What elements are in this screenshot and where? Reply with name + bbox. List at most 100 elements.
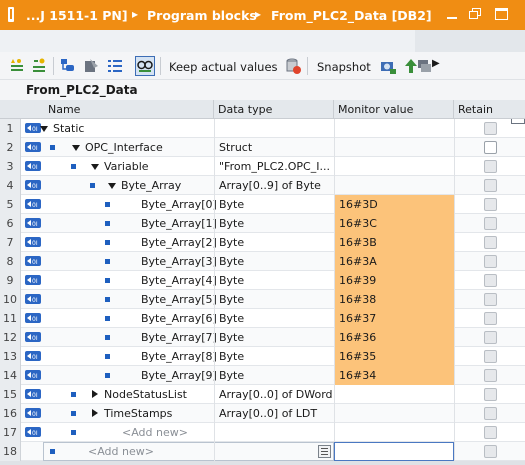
add-new-placeholder[interactable]: <Add new> [122,426,188,439]
header-monitor-value[interactable]: Monitor value [334,100,454,119]
monitor-value-cell[interactable]: 16#39 [334,271,454,290]
table-row[interactable]: 1 0I Static [0,119,525,138]
retain-checkbox[interactable] [484,293,497,306]
data-type-cell[interactable]: Byte [214,328,334,347]
snapshot-button[interactable]: Snapshot [317,60,371,74]
retain-checkbox[interactable] [484,388,497,401]
table-row[interactable]: 8 0I Byte_Array[3] Byte 16#3A [0,252,525,271]
monitor-value-cell[interactable]: 16#38 [334,290,454,309]
table-row[interactable]: 16 0I TimeStamps Array[0..0] of LDT [0,404,525,423]
monitor-value-cell[interactable]: 16#36 [334,328,454,347]
table-row[interactable]: 14 0I Byte_Array[9] Byte 16#34 [0,366,525,385]
header-name[interactable]: Name [44,100,214,119]
expand-arrow-icon[interactable] [108,183,116,189]
table-row[interactable]: 5 0I Byte_Array[0] Byte 16#3D [0,195,525,214]
header-data-type[interactable]: Data type [214,100,334,119]
data-type-cell[interactable]: Byte [214,290,334,309]
minimize-icon[interactable] [443,5,461,23]
retain-checkbox[interactable] [484,369,497,382]
monitor-value-cell[interactable]: 16#35 [334,347,454,366]
breadcrumb-device[interactable]: ...J 1511-1 PN] [26,8,128,23]
retain-checkbox[interactable] [484,160,497,173]
retain-checkbox[interactable] [484,141,497,154]
monitor-value-cell[interactable]: 16#3C [334,214,454,233]
data-type-cell[interactable]: Byte [214,347,334,366]
table-row[interactable]: 12 0I Byte_Array[7] Byte 16#36 [0,328,525,347]
copy-snapshot-icon[interactable] [415,57,433,75]
data-type-cell[interactable]: Byte [214,309,334,328]
collapse-all-icon[interactable] [82,57,100,75]
retain-checkbox[interactable] [484,217,497,230]
data-type-cell[interactable] [214,119,334,138]
monitor-all-icon[interactable] [135,56,155,76]
header-retain[interactable]: Retain [454,100,525,119]
table-row[interactable]: 10 0I Byte_Array[5] Byte 16#38 [0,290,525,309]
expand-arrow-icon[interactable] [72,145,80,151]
expand-arrow-icon[interactable] [40,126,48,132]
table-row[interactable]: 17 0I <Add new> [0,423,525,442]
add-new-placeholder[interactable]: <Add new> [88,445,154,458]
data-type-cell[interactable]: "From_PLC2.OPC_I... [214,157,334,176]
insert-row-icon[interactable] [8,57,26,75]
monitor-value-cell[interactable]: 16#3A [334,252,454,271]
restore-icon[interactable] [467,5,485,23]
monitor-value-cell[interactable]: 16#3B [334,233,454,252]
toolbar-overflow-icon[interactable]: ▶ [432,58,440,69]
monitor-value-cell[interactable] [334,176,454,195]
monitor-value-cell[interactable]: 16#37 [334,309,454,328]
data-type-cell[interactable]: Array[0..9] of Byte [214,176,334,195]
table-row[interactable]: 15 0I NodeStatusList Array[0..0] of DWord [0,385,525,404]
monitor-value-cell[interactable] [334,442,454,461]
retain-checkbox[interactable] [484,350,497,363]
retain-checkbox[interactable] [484,198,497,211]
table-row[interactable]: 3 0I Variable "From_PLC2.OPC_I... [0,157,525,176]
pin-icon[interactable] [8,7,14,22]
retain-checkbox[interactable] [484,274,497,287]
maximize-icon[interactable] [493,5,511,23]
collapse-arrow-icon[interactable] [92,409,98,417]
retain-checkbox[interactable] [484,331,497,344]
data-type-cell[interactable]: Struct [214,138,334,157]
data-type-cell[interactable]: Byte [214,233,334,252]
data-type-cell[interactable]: Array[0..0] of DWord [214,385,334,404]
table-row[interactable]: 7 0I Byte_Array[2] Byte 16#3B [0,233,525,252]
monitor-value-cell[interactable]: 16#3D [334,195,454,214]
retain-checkbox[interactable] [484,407,497,420]
data-type-cell[interactable]: Byte [214,366,334,385]
collapse-arrow-icon[interactable] [92,390,98,398]
monitor-value-cell[interactable] [334,138,454,157]
table-row[interactable]: 18 <Add new> [0,442,525,461]
table-row[interactable]: 6 0I Byte_Array[1] Byte 16#3C [0,214,525,233]
breadcrumb-block[interactable]: From_PLC2_Data [DB2] [271,8,432,23]
table-row[interactable]: 11 0I Byte_Array[6] Byte 16#37 [0,309,525,328]
retain-checkbox[interactable] [484,236,497,249]
data-type-cell[interactable]: Byte [214,271,334,290]
monitor-value-cell[interactable] [334,385,454,404]
table-row[interactable]: 4 0I Byte_Array Array[0..9] of Byte [0,176,525,195]
data-type-cell[interactable] [214,442,334,461]
camera-icon[interactable] [379,57,397,75]
monitor-value-cell[interactable]: 16#34 [334,366,454,385]
table-row[interactable]: 2 0I OPC_Interface Struct [0,138,525,157]
retain-checkbox[interactable] [484,122,497,135]
data-type-cell[interactable]: Array[0..0] of LDT [214,404,334,423]
data-type-cell[interactable]: Byte [214,195,334,214]
monitor-value-cell[interactable] [334,404,454,423]
horizontal-scrollbar[interactable] [0,461,525,465]
keep-actual-values-button[interactable]: Keep actual values [169,60,278,74]
monitor-value-cell[interactable] [334,157,454,176]
data-type-cell[interactable] [214,423,334,442]
table-row[interactable]: 9 0I Byte_Array[4] Byte 16#39 [0,271,525,290]
monitor-value-cell[interactable] [334,423,454,442]
breadcrumb-program-blocks[interactable]: Program blocks [147,8,257,23]
data-type-cell[interactable]: Byte [214,214,334,233]
list-view-icon[interactable] [106,57,124,75]
retain-checkbox[interactable] [484,255,497,268]
table-row[interactable]: 13 0I Byte_Array[8] Byte 16#35 [0,347,525,366]
expand-arrow-icon[interactable] [91,164,99,170]
snapshot-database-icon[interactable] [284,57,302,75]
retain-checkbox[interactable] [484,312,497,325]
retain-checkbox[interactable] [484,426,497,439]
expand-all-icon[interactable] [59,57,77,75]
add-row-icon[interactable] [30,57,48,75]
